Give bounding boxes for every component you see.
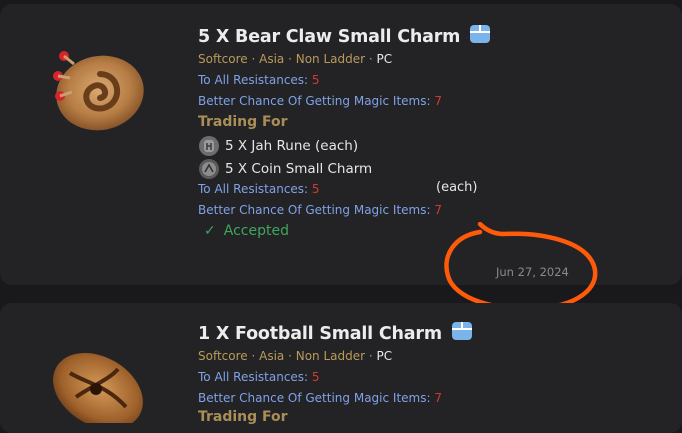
property-label: To All Resistances: <box>198 370 312 384</box>
platform-text: PC <box>376 349 393 363</box>
status-badge: ✓ Accepted <box>204 223 289 239</box>
listing-title[interactable]: 1 X Football Small Charm <box>198 321 473 344</box>
trading-for-heading: Trading For <box>198 409 288 425</box>
mode-text: Softcore <box>198 52 248 66</box>
property-line: Better Chance Of Getting Magic Items: 7 <box>198 391 442 405</box>
trade-item[interactable]: 5 X Coin Small Charm <box>198 158 372 180</box>
property-label: Better Chance Of Getting Magic Items: <box>198 94 435 108</box>
listing-title-text[interactable]: 1 X Football Small Charm <box>198 324 442 344</box>
each-label: (each) <box>436 180 478 195</box>
property-line: Better Chance Of Getting Magic Items: 7 <box>198 203 442 217</box>
bear-claw-charm-image <box>53 51 144 131</box>
meta-separator: · <box>365 52 377 66</box>
coin-charm-icon <box>199 159 219 179</box>
meta-separator: · <box>284 349 296 363</box>
property-label: Better Chance Of Getting Magic Items: <box>198 391 435 405</box>
trade-item-text[interactable]: 5 X Jah Rune (each) <box>225 138 358 154</box>
trade-item-text[interactable]: 5 X Coin Small Charm <box>225 161 372 177</box>
ladder-text: Non Ladder <box>295 52 366 66</box>
listing-title-text[interactable]: 5 X Bear Claw Small Charm <box>198 27 460 47</box>
region-text: Asia <box>259 52 285 66</box>
football-charm-image <box>53 353 143 423</box>
box-icon <box>470 25 491 43</box>
jah-rune-icon <box>199 136 219 156</box>
meta-separator: · <box>365 349 377 363</box>
listing-meta: Softcore · Asia · Non Ladder · PC <box>198 349 392 363</box>
property-line: Better Chance Of Getting Magic Items: 7 <box>198 94 442 108</box>
property-value: 7 <box>434 203 442 217</box>
region-text: Asia <box>259 349 285 363</box>
meta-separator: · <box>247 349 260 363</box>
ladder-text: Non Ladder <box>295 349 366 363</box>
property-value: 7 <box>434 391 442 405</box>
meta-separator: · <box>284 52 296 66</box>
trade-item[interactable]: 5 X Jah Rune (each) <box>198 135 358 157</box>
property-label: Better Chance Of Getting Magic Items: <box>198 203 435 217</box>
meta-separator: · <box>247 52 260 66</box>
check-icon: ✓ <box>204 223 216 239</box>
property-value: 5 <box>311 182 320 196</box>
property-value: 7 <box>434 94 442 108</box>
listing-title[interactable]: 5 X Bear Claw Small Charm <box>198 24 491 47</box>
trading-for-heading: Trading For <box>198 114 288 130</box>
property-value: 5 <box>311 370 320 384</box>
status-text: Accepted <box>223 223 289 239</box>
mode-text: Softcore <box>198 349 248 363</box>
property-line: To All Resistances: 5 <box>198 182 320 196</box>
property-label: To All Resistances: <box>198 73 312 87</box>
property-line: To All Resistances: 5 <box>198 73 320 87</box>
listing-card[interactable]: 1 X Football Small Charm Softcore · Asia… <box>0 303 682 433</box>
property-line: To All Resistances: 5 <box>198 370 320 384</box>
box-icon <box>451 322 472 340</box>
listing-meta: Softcore · Asia · Non Ladder · PC <box>198 52 392 66</box>
property-label: To All Resistances: <box>198 182 312 196</box>
property-value: 5 <box>311 73 320 87</box>
platform-text: PC <box>376 52 393 66</box>
